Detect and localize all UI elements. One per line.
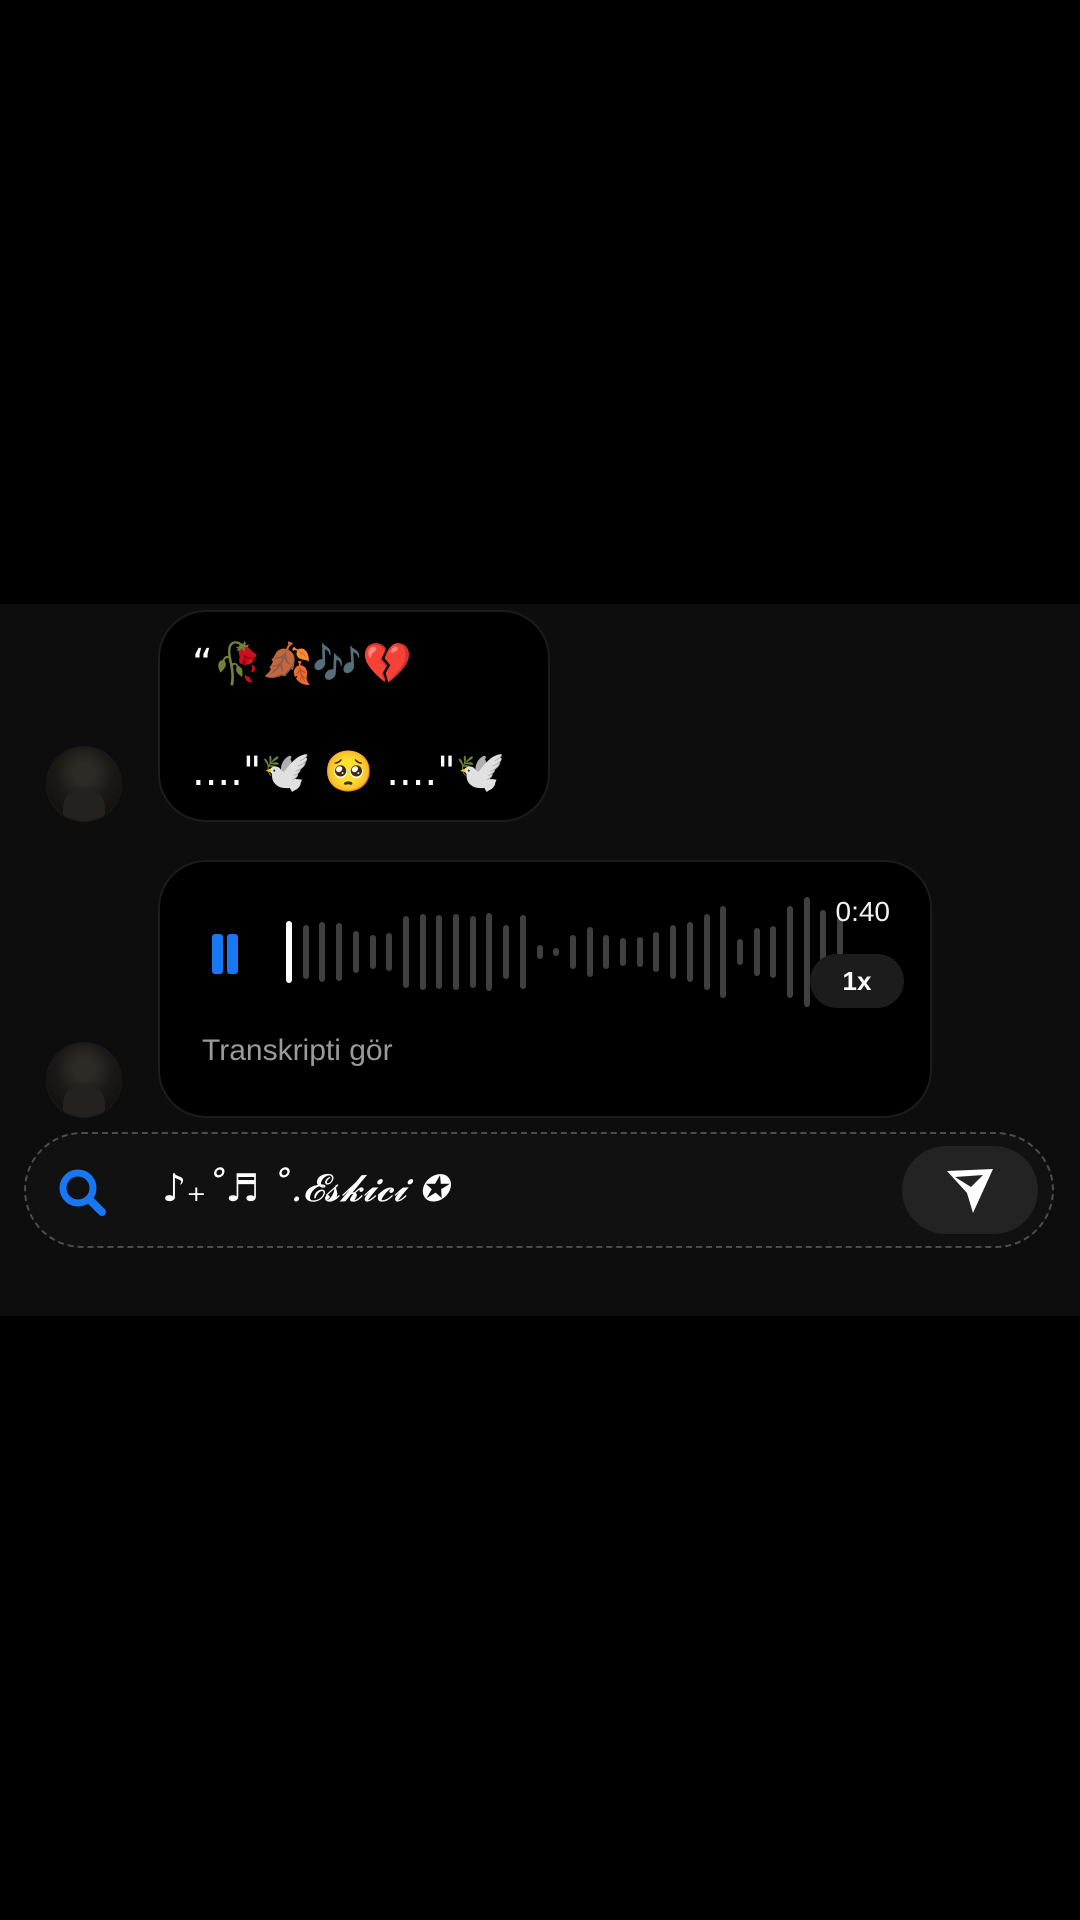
composer-text[interactable]: ♪₊˚♬ ˚.𝓔𝓼𝓴𝓲𝓬𝓲 ✪ xyxy=(162,1166,449,1211)
voice-waveform[interactable] xyxy=(286,892,844,1012)
waveform-bar xyxy=(803,897,810,1007)
waveform-bar xyxy=(336,923,343,981)
pause-icon xyxy=(212,934,223,974)
waveform-bar xyxy=(686,922,693,982)
waveform-bar xyxy=(720,906,727,998)
waveform-bar xyxy=(670,925,677,979)
waveform-bar xyxy=(352,931,359,973)
voice-duration: 0:40 xyxy=(835,896,891,927)
waveform-bar xyxy=(503,925,510,979)
send-button[interactable] xyxy=(902,1146,1038,1234)
avatar[interactable] xyxy=(46,746,122,822)
waveform-bar xyxy=(753,928,760,976)
waveform-bar xyxy=(536,945,543,959)
waveform-bar xyxy=(703,914,710,990)
view-transcript-link[interactable]: Transkripti gör xyxy=(202,1034,393,1068)
top-letterbox xyxy=(0,0,1080,604)
waveform-bar xyxy=(369,935,376,969)
waveform-bar xyxy=(770,926,777,978)
waveform-bar xyxy=(402,916,409,988)
waveform-bar xyxy=(736,939,743,965)
waveform-bar xyxy=(436,915,443,989)
pause-button[interactable] xyxy=(206,928,246,980)
waveform-bar xyxy=(553,948,560,956)
message-composer[interactable]: ♪₊˚♬ ˚.𝓔𝓼𝓴𝓲𝓬𝓲 ✪ xyxy=(24,1132,1054,1248)
bottom-letterbox xyxy=(0,1316,1080,1920)
search-icon[interactable] xyxy=(56,1166,108,1218)
voice-message-bubble[interactable]: 0:40 1x Transkripti gör xyxy=(158,860,932,1118)
waveform-bar xyxy=(603,935,610,969)
waveform-bar xyxy=(653,932,660,972)
waveform-bar xyxy=(302,925,309,979)
waveform-bar xyxy=(636,937,643,967)
waveform-bar xyxy=(319,922,326,982)
waveform-bar xyxy=(486,913,493,991)
playback-speed-button[interactable]: 1x xyxy=(810,954,904,1008)
send-icon xyxy=(947,1169,993,1213)
text-message-bubble[interactable]: “🥀🍂🎶💔 ...."🕊️ 🥺 ...."🕊️ xyxy=(158,610,550,822)
message-text-line: “🥀🍂🎶💔 xyxy=(192,641,412,687)
message-text-line: ...."🕊️ 🥺 ...."🕊️ xyxy=(192,749,506,795)
waveform-bar xyxy=(386,933,393,971)
waveform-bar xyxy=(419,914,426,990)
waveform-bar xyxy=(586,927,593,977)
waveform-bar xyxy=(469,916,476,988)
waveform-bar xyxy=(453,914,459,990)
avatar[interactable] xyxy=(46,1042,122,1118)
waveform-bar xyxy=(787,906,793,998)
waveform-bar xyxy=(519,915,526,989)
waveform-bar xyxy=(620,938,626,966)
waveform-bar xyxy=(569,935,576,969)
pause-icon xyxy=(227,934,238,974)
waveform-bar xyxy=(286,921,292,983)
